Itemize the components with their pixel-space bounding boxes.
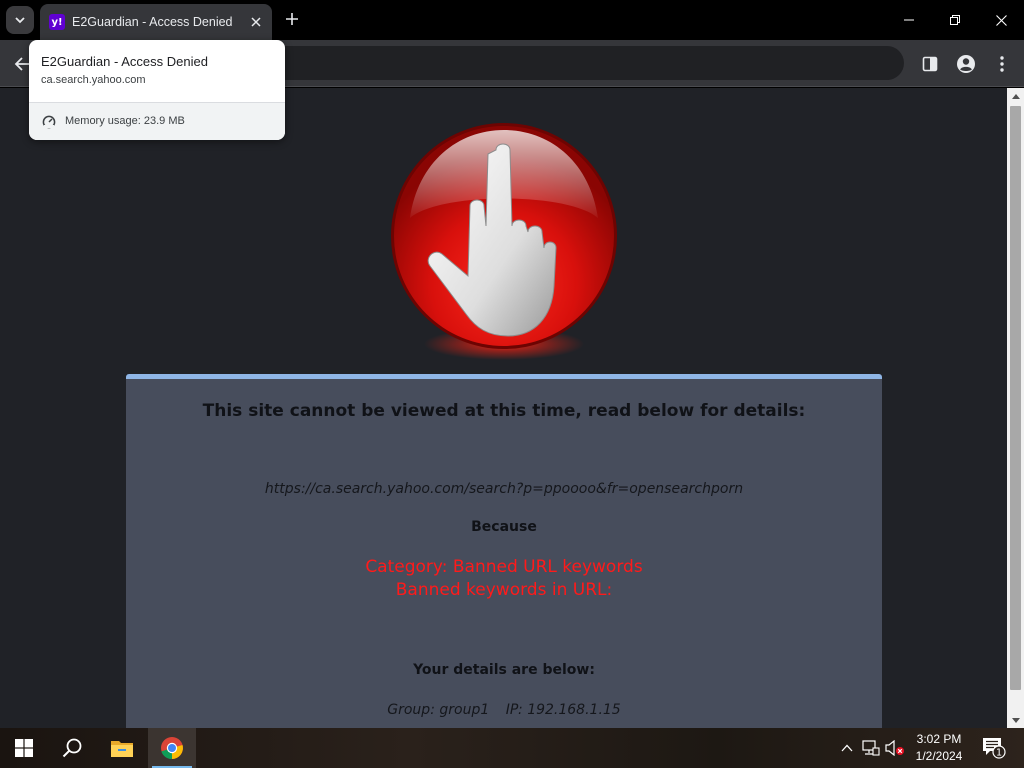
scroll-down-button[interactable]	[1007, 712, 1024, 728]
clock-date: 1/2/2024	[915, 749, 963, 763]
block-category: Category: Banned URL keywords	[365, 557, 643, 577]
page-viewport: This site cannot be viewed at this time,…	[0, 88, 1007, 728]
close-icon	[251, 17, 261, 27]
page-scrollbar[interactable]	[1007, 88, 1024, 728]
windows-taskbar: 3:02 PM 1/2/2024 1	[0, 728, 1024, 768]
close-window-button[interactable]	[978, 0, 1024, 40]
side-panel-button[interactable]	[916, 50, 944, 78]
profile-icon	[957, 55, 975, 73]
notification-count: 1	[996, 748, 1002, 759]
scroll-up-button[interactable]	[1007, 88, 1024, 104]
network-icon	[862, 740, 880, 756]
chrome-icon	[161, 737, 183, 760]
banned-keywords: Banned keywords in URL:	[395, 580, 613, 600]
search-icon	[62, 738, 82, 758]
windows-start-icon	[15, 739, 33, 757]
restore-button[interactable]	[932, 0, 978, 40]
notification-icon: 1	[983, 738, 1006, 759]
more-menu-icon	[1000, 56, 1004, 72]
user-ip: IP: 192.168.1.15	[505, 702, 621, 718]
browser-tab[interactable]: y! E2Guardian - Access Denied	[40, 4, 272, 40]
denied-heading: This site cannot be viewed at this time,…	[202, 401, 806, 421]
scroll-down-icon	[1011, 717, 1020, 723]
chrome-taskbar-button[interactable]	[148, 728, 196, 768]
more-menu-button[interactable]	[988, 50, 1016, 78]
restore-icon	[950, 15, 960, 25]
scroll-up-icon	[1011, 93, 1020, 99]
tab-close-button[interactable]	[247, 13, 265, 31]
file-explorer-button[interactable]	[98, 728, 146, 768]
details-heading: Your details are below:	[413, 662, 595, 678]
tab-search-button[interactable]	[6, 6, 34, 34]
blocked-url: https://ca.search.yahoo.com/search?p=ppo…	[264, 481, 744, 497]
gauge-icon	[42, 115, 56, 129]
taskbar-search-button[interactable]	[48, 728, 96, 768]
minimize-icon	[904, 19, 914, 21]
scrollbar-thumb[interactable]	[1010, 106, 1021, 690]
chevron-up-icon	[841, 744, 853, 752]
because-label: Because	[471, 519, 537, 535]
clock-time: 3:02 PM	[916, 732, 962, 746]
tab-title: E2Guardian - Access Denied	[72, 15, 233, 29]
minimize-button[interactable]	[886, 0, 932, 40]
system-clock[interactable]: 3:02 PM 1/2/2024	[908, 731, 970, 765]
yahoo-favicon-icon: y!	[49, 14, 65, 30]
side-panel-icon	[922, 56, 938, 72]
access-denied-panel: This site cannot be viewed at this time,…	[126, 374, 882, 728]
network-tray-button[interactable]	[860, 728, 882, 768]
new-tab-button[interactable]	[281, 8, 303, 30]
user-details: Group: group1 IP: 192.168.1.15	[126, 702, 882, 718]
stop-hand-icon	[391, 123, 617, 360]
tab-hover-card: E2Guardian - Access Denied ca.search.yah…	[29, 40, 285, 140]
volume-tray-button[interactable]	[884, 728, 906, 768]
profile-button[interactable]	[952, 50, 980, 78]
plus-icon	[286, 13, 298, 25]
browser-titlebar: y! E2Guardian - Access Denied	[0, 0, 1024, 40]
start-button[interactable]	[0, 728, 48, 768]
hovercard-domain: ca.search.yahoo.com	[41, 74, 146, 86]
hovercard-footer: Memory usage: 23.9 MB	[29, 102, 285, 140]
chevron-down-icon	[15, 17, 25, 24]
show-hidden-icons-button[interactable]	[838, 728, 856, 768]
hovercard-memory-usage: Memory usage: 23.9 MB	[65, 115, 185, 127]
user-group: Group: group1	[387, 702, 490, 718]
back-arrow-icon	[14, 57, 29, 71]
action-center-button[interactable]: 1	[980, 728, 1008, 768]
stop-hand-logo	[388, 122, 620, 362]
close-window-icon	[995, 14, 1007, 26]
hovercard-title: E2Guardian - Access Denied	[41, 54, 208, 69]
volume-muted-icon	[885, 740, 904, 756]
file-explorer-icon	[111, 741, 133, 757]
